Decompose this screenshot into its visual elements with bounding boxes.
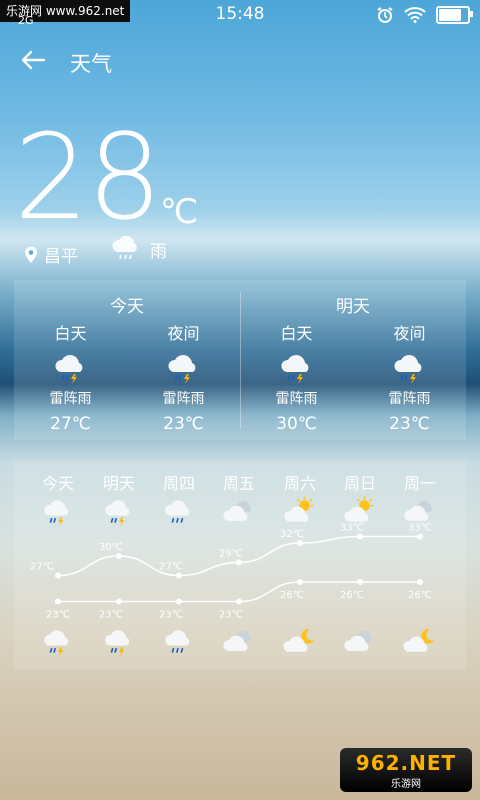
period-label: 夜间 (167, 324, 200, 343)
temp-point (55, 572, 61, 579)
temp-label: 26℃ (280, 590, 304, 601)
temp-label: 33℃ (340, 523, 364, 534)
watermark-logo: 962.NET 乐游网 (340, 748, 472, 792)
thunderstorm-icon (280, 355, 308, 384)
temp-label: 33℃ (408, 523, 432, 534)
temp-point (357, 579, 363, 585)
temp-label: 32℃ (280, 529, 304, 540)
today-day-slot: 白天 雷阵雨 27℃ (14, 320, 127, 434)
temp-label: 29℃ (219, 549, 243, 560)
status-bar: 2G 15:48 (0, 4, 480, 28)
temp-label: 30℃ (99, 542, 123, 553)
condition-desc: 雷阵雨 (388, 391, 431, 407)
temp-point (297, 540, 303, 546)
tomorrow-day-slot: 白天 雷阵雨 30℃ (240, 320, 353, 434)
today-title: 今天 (110, 297, 144, 317)
temperature-chart: 27℃ 30℃ 27℃ 29℃ 32℃ 33℃ 33℃ 23℃ 23℃ 23℃ 23℃ 26℃ 26℃ 2… (30, 523, 432, 621)
today-forecast: 今天 白天 雷阵雨 27℃ 夜间 雷阵雨 23℃ (14, 280, 240, 440)
weekly-forecast-panel: 今天 明天 周四 周五 周六 周日 周一 27℃ 30℃ 27℃ 29℃ 32℃ 33℃ 33℃ 23℃ 2… (14, 460, 466, 670)
condition-label: 雨 (150, 241, 167, 262)
temperature: 27℃ (50, 414, 91, 434)
temp-label: 23℃ (46, 610, 70, 621)
temp-point (55, 598, 61, 605)
thunderstorm-icon (54, 355, 82, 384)
temperature: 30℃ (276, 414, 317, 434)
tomorrow-night-slot: 夜间 雷阵雨 23℃ (353, 320, 466, 434)
temp-label: 23℃ (219, 610, 243, 621)
temp-point (116, 553, 122, 559)
temp-label: 27℃ (30, 562, 54, 573)
temp-label: 26℃ (408, 590, 432, 601)
period-label: 白天 (54, 324, 87, 343)
location-label: 昌平 (44, 247, 78, 267)
condition-desc: 雷阵雨 (162, 391, 205, 407)
location-pin-icon (25, 246, 37, 263)
temp-point (357, 533, 363, 540)
temperature-unit: ℃ (160, 192, 199, 232)
period-label: 夜间 (393, 324, 426, 343)
temperature: 23℃ (163, 414, 204, 434)
header: 天气 (20, 48, 112, 78)
page-title: 天气 (70, 52, 112, 76)
temp-label: 23℃ (159, 610, 183, 621)
temp-point (417, 533, 423, 540)
temp-point (236, 559, 242, 566)
thunderstorm-icon (393, 355, 421, 384)
temp-point (297, 579, 303, 585)
wifi-icon (404, 7, 426, 23)
temp-label: 23℃ (99, 610, 123, 621)
current-temperature: 28 (14, 108, 162, 246)
today-night-slot: 夜间 雷阵雨 23℃ (127, 320, 240, 434)
today-tomorrow-panel: 今天 白天 雷阵雨 27℃ 夜间 雷阵雨 23℃ 明天 白天 雷阵雨 30℃ 夜… (14, 280, 466, 440)
tomorrow-title: 明天 (336, 297, 370, 317)
back-button[interactable] (20, 48, 50, 78)
temp-point (417, 579, 423, 585)
thunderstorm-icon (167, 355, 195, 384)
arrow-left-icon (21, 50, 46, 70)
condition-desc: 雷阵雨 (49, 391, 92, 407)
battery-icon (436, 6, 473, 24)
tomorrow-forecast: 明天 白天 雷阵雨 30℃ 夜间 雷阵雨 23℃ (240, 280, 466, 440)
location[interactable]: 昌平 (24, 242, 78, 267)
alarm-icon (377, 7, 393, 23)
temp-point (176, 572, 182, 579)
temp-point (116, 598, 122, 605)
temperature: 23℃ (389, 414, 430, 434)
current-condition: 雨 (110, 236, 167, 262)
temp-label: 26℃ (340, 590, 364, 601)
temp-label: 27℃ (159, 562, 183, 573)
cloud-rain-icon (112, 236, 137, 260)
period-label: 白天 (280, 324, 313, 343)
temp-point (176, 598, 182, 605)
temp-point (236, 598, 242, 605)
condition-desc: 雷阵雨 (275, 391, 318, 407)
